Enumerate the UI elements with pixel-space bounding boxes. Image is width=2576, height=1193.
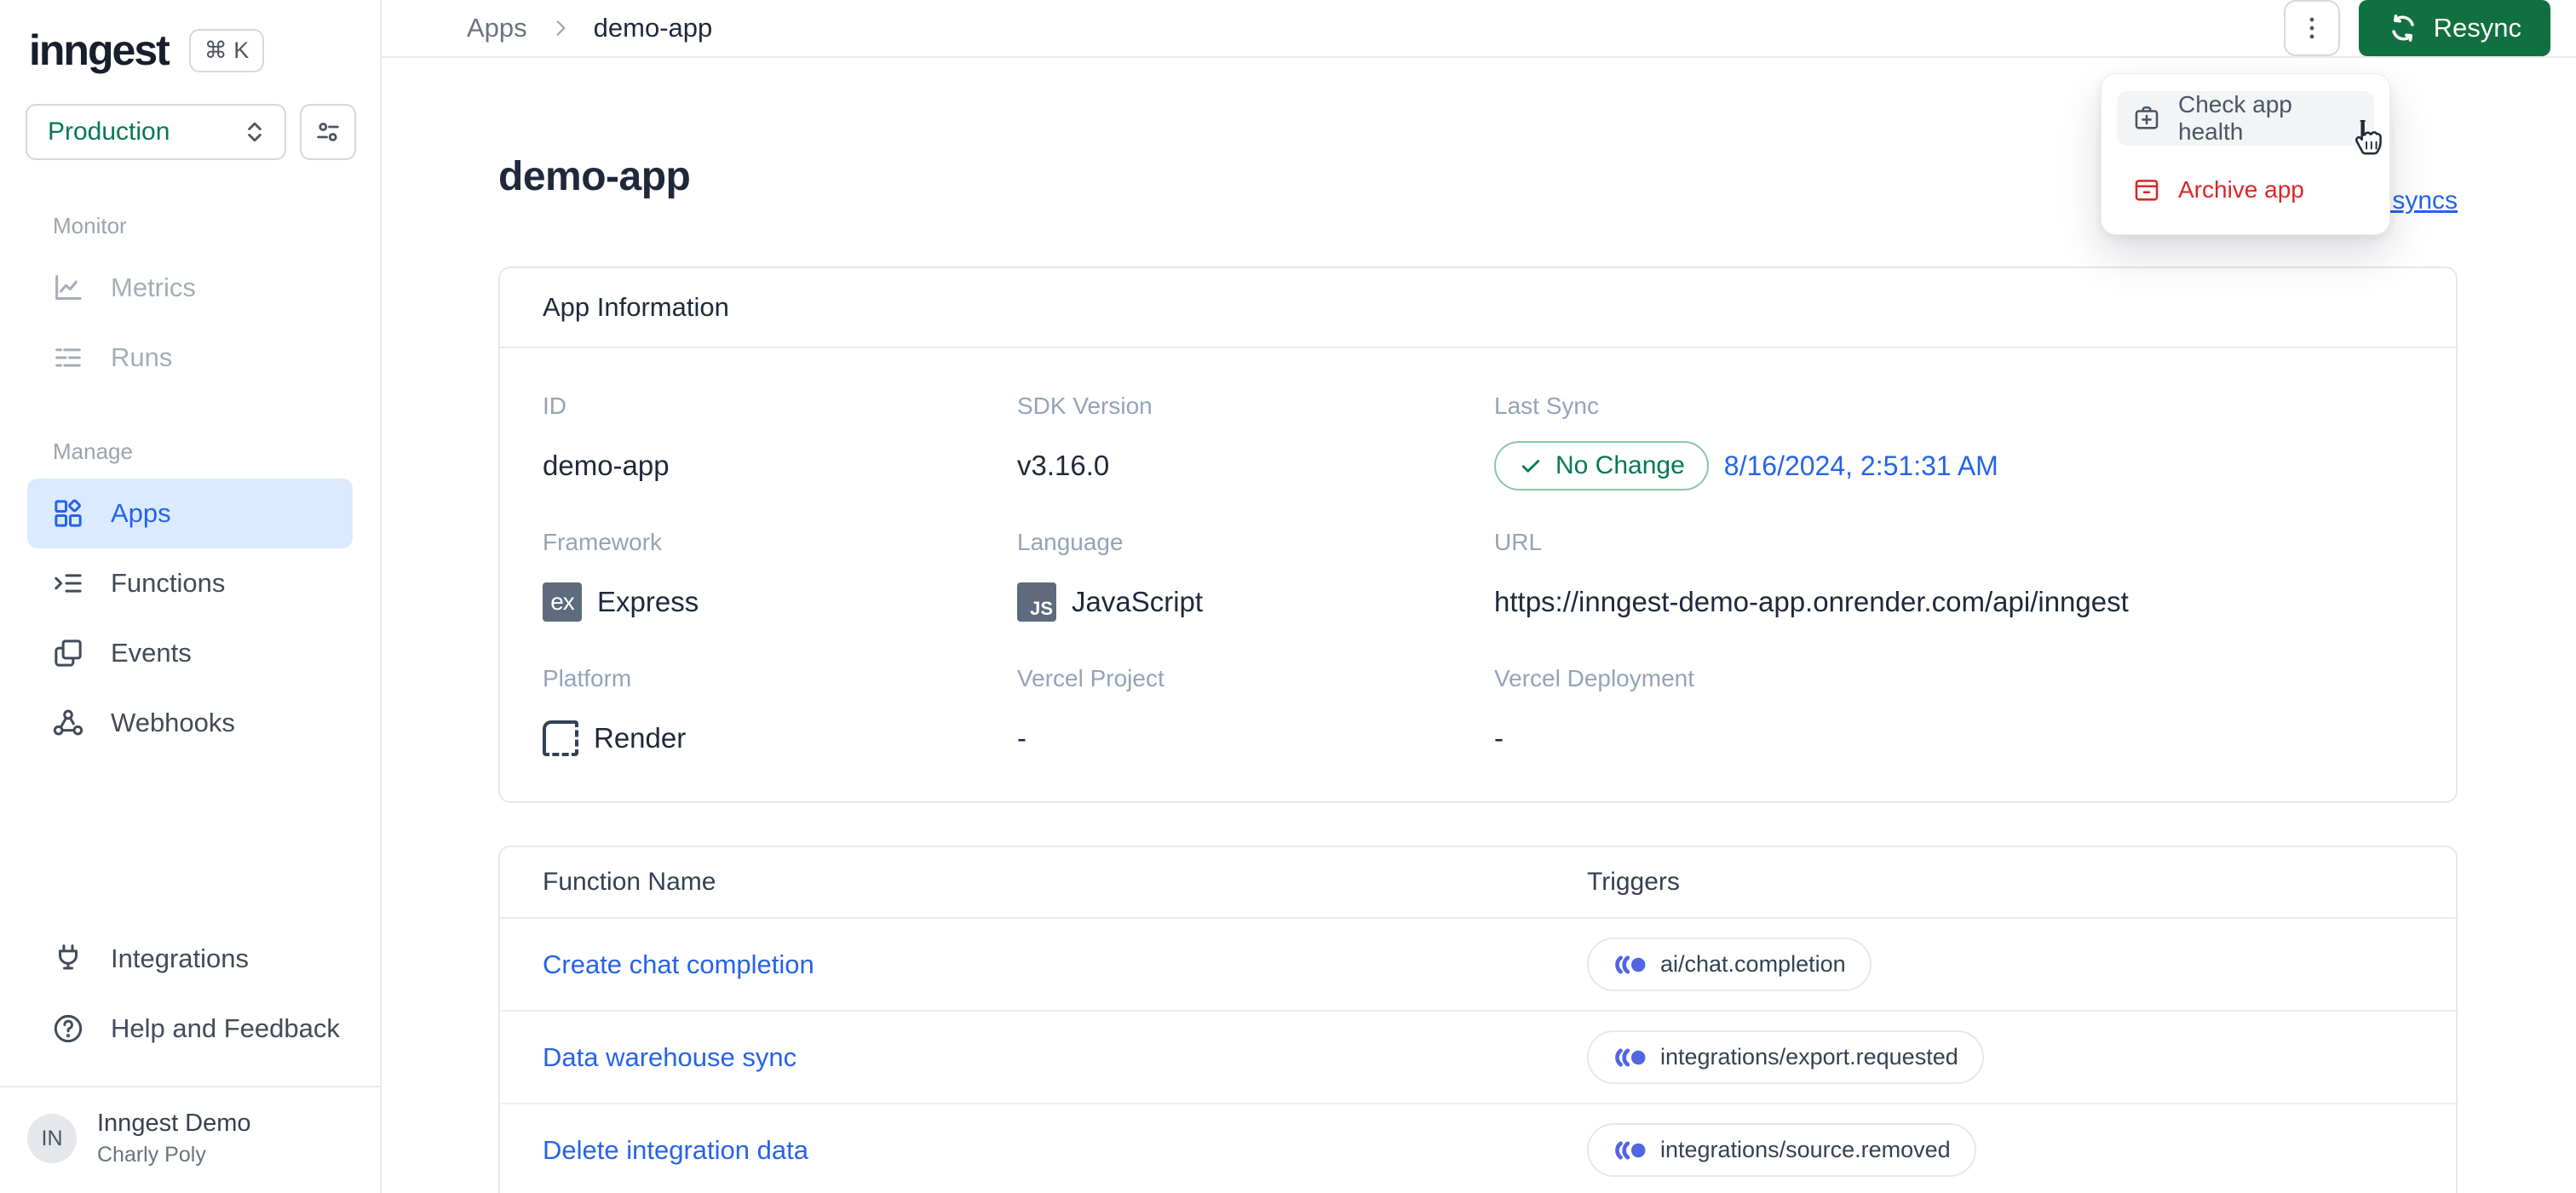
field-platform: Platform Render xyxy=(543,665,1017,764)
column-triggers: Triggers xyxy=(1587,868,1680,896)
environment-filter-button[interactable] xyxy=(300,104,356,160)
user-name: Charly Poly xyxy=(97,1143,206,1167)
field-vercel-deployment: Vercel Deployment - xyxy=(1494,665,1695,754)
field-vercel-project: Vercel Project - xyxy=(1017,665,1164,754)
sidebar-item-label: Runs xyxy=(111,342,173,372)
user-org: Inngest Demo xyxy=(97,1110,251,1137)
sidebar-item-label: Help and Feedback xyxy=(111,1013,340,1043)
first-aid-kit-icon xyxy=(2132,104,2161,133)
breadcrumb-current: demo-app xyxy=(593,13,713,43)
command-k-shortcut[interactable]: ⌘ K xyxy=(188,28,265,72)
help-circle-icon xyxy=(49,1010,87,1047)
field-sdk-version: SDK Version v3.16.0 xyxy=(1017,393,1153,481)
events-icon xyxy=(49,634,87,672)
inngest-logo: inngest xyxy=(29,26,170,74)
sidebar-section-manage: Manage xyxy=(53,439,133,464)
functions-table-header: Function Name Triggers xyxy=(500,847,2456,919)
event-trigger-icon xyxy=(1613,1046,1647,1070)
event-trigger-icon xyxy=(1613,1139,1647,1162)
user-menu[interactable]: IN Inngest Demo Charly Poly xyxy=(0,1087,380,1193)
menu-item-check-app-health[interactable]: Check app health xyxy=(2117,91,2374,146)
last-sync-time-link[interactable]: 8/16/2024, 2:51:31 AM xyxy=(1724,450,1998,482)
sliders-icon xyxy=(313,117,343,147)
breadcrumb-apps[interactable]: Apps xyxy=(467,13,527,43)
sidebar-section-monitor: Monitor xyxy=(53,213,127,238)
sidebar-item-label: Apps xyxy=(111,498,171,528)
archive-icon xyxy=(2132,175,2161,204)
chevron-right-icon xyxy=(549,17,572,39)
app-information-card: App Information ID demo-app SDK Version … xyxy=(498,267,2458,803)
field-language: Language JS JavaScript xyxy=(1017,529,1494,628)
sidebar-item-runs[interactable]: Runs xyxy=(27,323,353,393)
functions-table-card: Function Name Triggers Create chat compl… xyxy=(498,846,2458,1193)
event-trigger-icon xyxy=(1613,953,1647,977)
field-framework: Framework ex Express xyxy=(543,529,1017,628)
apps-grid-icon xyxy=(49,495,87,532)
field-url: URL https://inngest-demo-app.onrender.co… xyxy=(1494,529,2129,617)
function-link[interactable]: Data warehouse sync xyxy=(543,1042,1587,1073)
plug-icon xyxy=(49,940,87,978)
topbar: Apps demo-app Resync xyxy=(382,0,2576,58)
resync-button[interactable]: Resync xyxy=(2358,0,2550,56)
sidebar-item-help[interactable]: Help and Feedback xyxy=(27,994,353,1064)
environment-label: Production xyxy=(48,118,170,146)
sidebar-item-webhooks[interactable]: Webhooks xyxy=(27,688,353,758)
environment-selector[interactable]: Production xyxy=(26,104,286,160)
menu-item-archive-app[interactable]: Archive app xyxy=(2117,163,2374,217)
sidebar-item-functions[interactable]: Functions xyxy=(27,548,353,618)
app-information-title: App Information xyxy=(500,268,2456,348)
sidebar-item-label: Webhooks xyxy=(111,708,235,737)
sidebar: inngest ⌘ K Production Monitor Metrics R… xyxy=(0,0,382,1193)
check-icon xyxy=(1518,453,1544,479)
field-last-sync: Last Sync No Change 8/16/2024, 2:51:31 A… xyxy=(1494,393,2413,491)
no-change-badge: No Change xyxy=(1494,441,1709,490)
sidebar-item-label: Events xyxy=(111,638,192,668)
app-actions-menu: Check app health Archive app xyxy=(2101,73,2390,235)
function-link[interactable]: Delete integration data xyxy=(543,1135,1587,1166)
trigger-badge: integrations/export.requested xyxy=(1587,1030,1984,1084)
column-function-name: Function Name xyxy=(543,868,716,896)
runs-list-icon xyxy=(49,339,87,376)
breadcrumb: Apps demo-app xyxy=(467,13,712,43)
avatar: IN xyxy=(27,1114,77,1163)
function-link[interactable]: Create chat completion xyxy=(543,949,1587,980)
sidebar-item-integrations[interactable]: Integrations xyxy=(27,924,353,994)
sidebar-item-label: Metrics xyxy=(111,272,196,302)
trigger-badge: integrations/source.removed xyxy=(1587,1123,1976,1177)
chevron-updown-icon xyxy=(240,118,269,146)
kebab-icon xyxy=(2297,14,2326,43)
field-id: ID demo-app xyxy=(543,393,670,481)
sidebar-item-apps[interactable]: Apps xyxy=(27,479,353,548)
functions-icon xyxy=(49,565,87,602)
render-icon xyxy=(543,720,578,756)
express-icon: ex xyxy=(543,582,582,622)
table-row: Data warehouse sync integrations/export.… xyxy=(500,1012,2456,1104)
app-root: inngest ⌘ K Production Monitor Metrics R… xyxy=(0,0,2576,1193)
sidebar-item-metrics[interactable]: Metrics xyxy=(27,253,353,323)
sidebar-item-events[interactable]: Events xyxy=(27,618,353,688)
table-row: Create chat completion ai/chat.completio… xyxy=(500,919,2456,1012)
chart-icon xyxy=(49,269,87,307)
webhook-icon xyxy=(49,704,87,742)
sidebar-item-label: Functions xyxy=(111,568,226,598)
resync-label: Resync xyxy=(2433,13,2521,43)
javascript-icon: JS xyxy=(1017,582,1056,622)
trigger-badge: ai/chat.completion xyxy=(1587,938,1872,991)
main-area: Apps demo-app Resync demo-app syncs App … xyxy=(382,0,2576,1193)
page-title: demo-app xyxy=(498,154,691,199)
table-row: Delete integration data integrations/sou… xyxy=(500,1104,2456,1193)
app-actions-menu-button[interactable] xyxy=(2283,0,2340,56)
refresh-icon xyxy=(2388,13,2418,43)
sidebar-item-label: Integrations xyxy=(111,944,249,973)
